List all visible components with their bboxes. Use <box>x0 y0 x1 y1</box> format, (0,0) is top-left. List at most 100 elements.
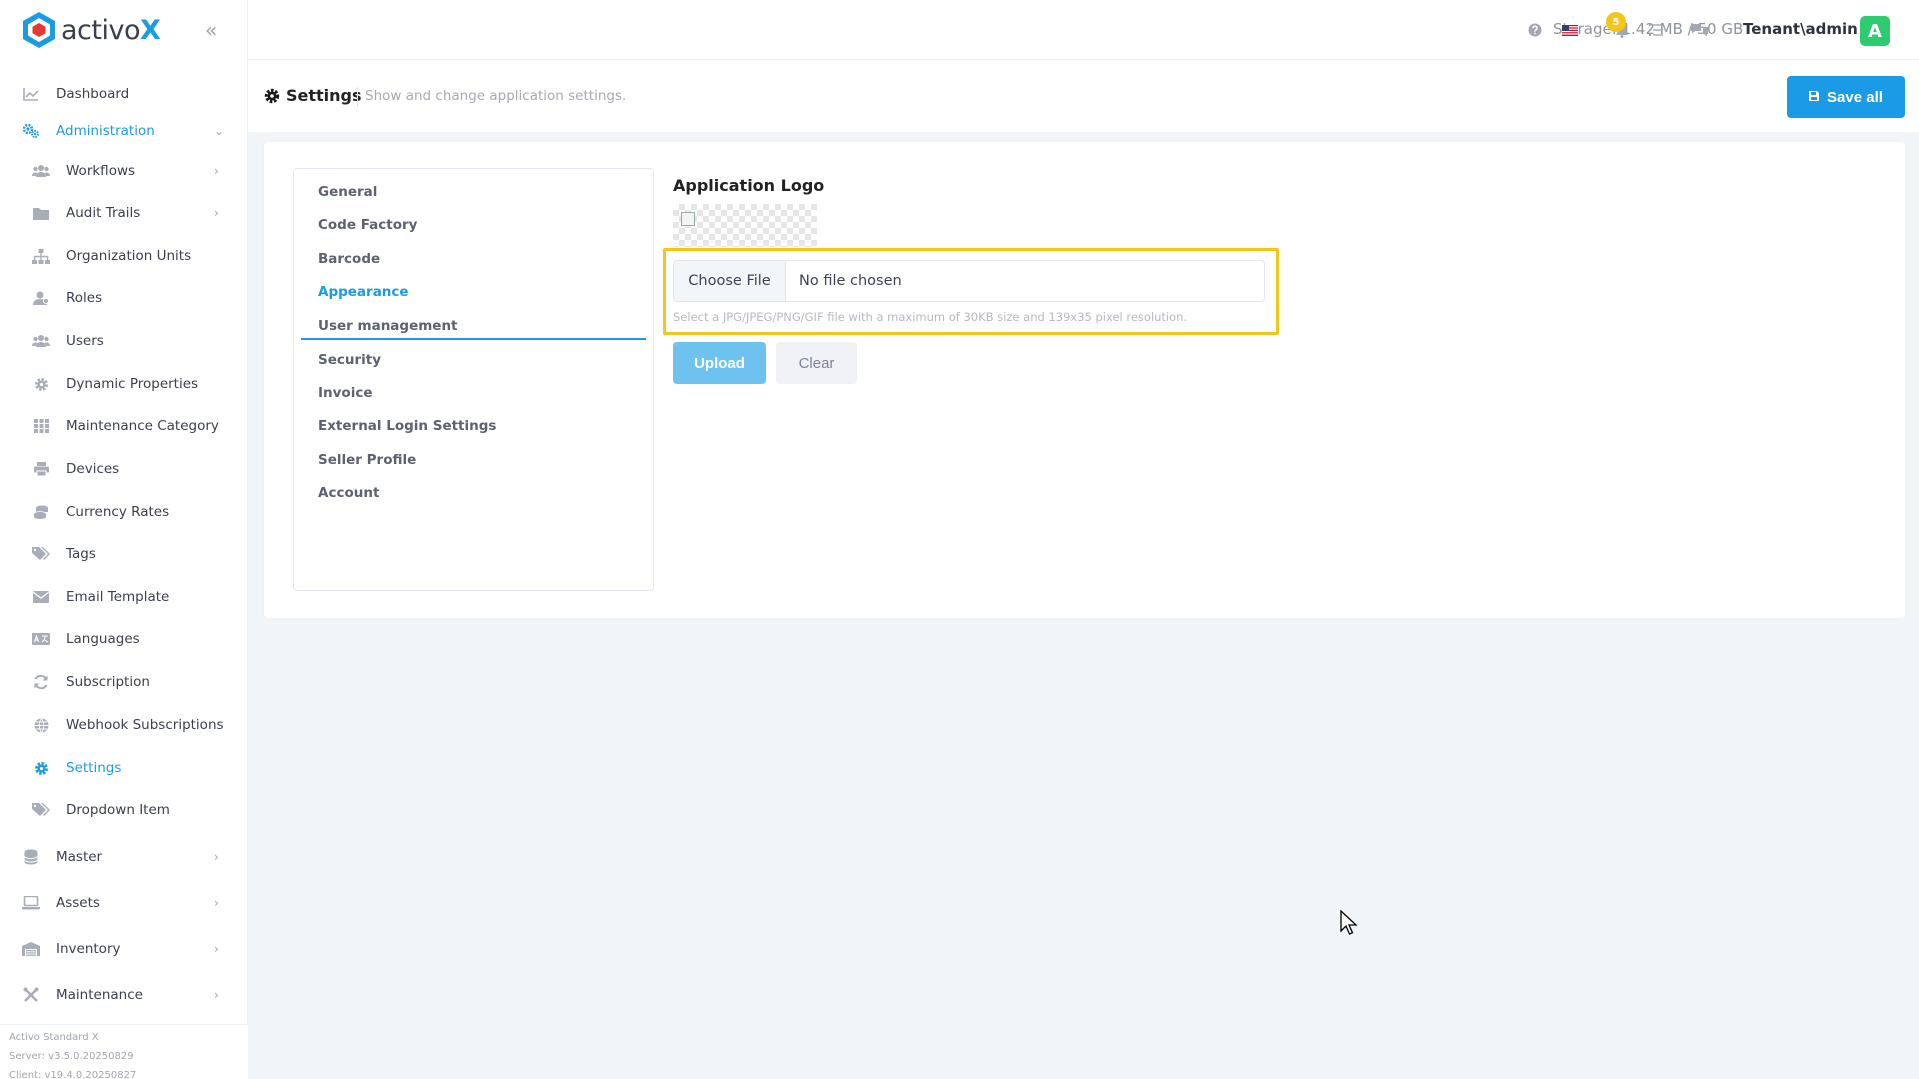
title-divider <box>357 87 358 107</box>
sidebar-item-maintenance-category[interactable]: Maintenance Category <box>0 411 248 441</box>
sidebar-item-subscription[interactable]: Subscription <box>0 667 248 697</box>
sidebar-item-roles[interactable]: Roles <box>0 283 248 313</box>
sidebar-item-label: Dynamic Properties <box>66 376 199 392</box>
sidebar-item-label: Webhook Subscriptions <box>66 717 224 733</box>
warehouse-icon <box>22 941 40 957</box>
chevron-down-icon: ⌄ <box>214 124 225 138</box>
file-status-text: No file chosen <box>799 273 902 289</box>
avatar[interactable]: A <box>1860 16 1890 46</box>
collapse-sidebar-icon[interactable]: « <box>205 20 217 40</box>
product-edition: Activo Standard X <box>9 1032 99 1043</box>
sidebar-item-label: Audit Trails <box>66 205 141 221</box>
sidebar-item-label: Maintenance Category <box>66 418 219 434</box>
sidebar-item-organization-units[interactable]: Organization Units <box>0 241 248 271</box>
sidebar-item-administration[interactable]: Administration ⌄ <box>0 116 248 146</box>
sidebar-item-label: Organization Units <box>66 248 192 264</box>
sidebar-item-dropdown-item[interactable]: Dropdown Item <box>0 795 248 825</box>
tab-seller-profile[interactable]: Seller Profile <box>318 452 416 468</box>
sidebar-item-label: Administration <box>56 123 155 139</box>
sidebar-item-label: Subscription <box>66 674 150 690</box>
tab-account[interactable]: Account <box>318 485 379 501</box>
refresh-icon <box>32 674 50 690</box>
sidebar-item-settings[interactable]: Settings <box>0 753 248 783</box>
file-requirements-help: Select a JPG/JPEG/PNG/GIF file with a ma… <box>673 310 1188 324</box>
sidebar-item-label: Tags <box>66 546 96 562</box>
tab-code-factory[interactable]: Code Factory <box>318 217 417 233</box>
tab-invoice[interactable]: Invoice <box>318 385 373 401</box>
settings-card: General Code Factory Barcode Appearance … <box>264 142 1905 618</box>
broken-image-icon <box>681 212 695 226</box>
tab-security[interactable]: Security <box>318 352 381 368</box>
active-tab-indicator <box>301 338 646 340</box>
database-icon <box>22 849 40 865</box>
chevron-right-icon: › <box>214 164 219 178</box>
sidebar-item-label: Users <box>66 333 104 349</box>
chevron-right-icon: › <box>214 206 219 220</box>
tab-appearance[interactable]: Appearance <box>318 284 409 300</box>
chevron-right-icon: › <box>214 896 219 910</box>
application-logo-section: Application Logo <box>673 176 824 247</box>
server-version: Server: v3.5.0.20250829 <box>9 1051 134 1062</box>
logo-preview <box>673 204 817 247</box>
page-description: Show and change application settings. <box>365 88 627 104</box>
sidebar-item-label: Workflows <box>66 163 136 179</box>
sidebar-item-users[interactable]: Users <box>0 326 248 356</box>
tab-barcode[interactable]: Barcode <box>318 251 380 267</box>
us-flag-icon[interactable] <box>1560 20 1580 40</box>
current-user-name[interactable]: Tenant\admin <box>1743 20 1858 38</box>
sidebar-item-inventory[interactable]: Inventory › <box>0 934 248 964</box>
sidebar-item-dynamic-properties[interactable]: Dynamic Properties <box>0 369 248 399</box>
clear-button[interactable]: Clear <box>776 342 857 384</box>
sidebar-item-label: Settings <box>66 760 122 776</box>
choose-file-button[interactable]: Choose File <box>674 261 786 301</box>
sidebar-item-assets[interactable]: Assets › <box>0 888 248 918</box>
sidebar-item-webhook-subscriptions[interactable]: Webhook Subscriptions <box>0 710 248 740</box>
mouse-cursor-icon <box>1340 910 1358 935</box>
tab-user-management[interactable]: User management <box>318 318 458 334</box>
tab-external-login-settings[interactable]: External Login Settings <box>318 418 496 434</box>
chevron-right-icon: › <box>214 942 219 956</box>
settings-tabs: General Code Factory Barcode Appearance … <box>293 168 654 591</box>
sidebar-item-label: Master <box>56 849 103 865</box>
users-icon <box>32 163 50 179</box>
sidebar-item-audit-trails[interactable]: Audit Trails › <box>0 198 248 228</box>
sitemap-icon <box>32 248 50 264</box>
activo-logo-icon <box>23 12 55 48</box>
sidebar-item-label: Devices <box>66 461 120 477</box>
sidebar-item-workflows[interactable]: Workflows › <box>0 156 248 186</box>
page-title: Settings <box>286 86 362 105</box>
version-info: Activo Standard X Server: v3.5.0.2025082… <box>0 1024 248 1079</box>
notification-count-badge: 5 <box>1606 12 1626 32</box>
save-all-label: Save all <box>1827 88 1883 106</box>
save-all-button[interactable]: Save all <box>1787 76 1905 118</box>
brand-logo[interactable]: activoX « <box>0 0 247 60</box>
sidebar-item-label: Currency Rates <box>66 504 170 520</box>
brand-name: activoX <box>61 14 161 46</box>
task-list-icon[interactable] <box>1646 20 1666 40</box>
logo-file-input[interactable]: Choose File No file chosen <box>673 260 1265 302</box>
users-icon <box>32 333 50 349</box>
help-icon[interactable] <box>1525 20 1545 40</box>
sidebar-item-master[interactable]: Master › <box>0 842 248 872</box>
grid-icon <box>32 418 50 434</box>
sidebar-item-maintenance[interactable]: Maintenance › <box>0 980 248 1010</box>
user-role-icon <box>32 290 50 306</box>
sidebar-item-label: Assets <box>56 895 100 911</box>
coins-icon <box>32 504 50 520</box>
chevron-right-icon: › <box>214 850 219 864</box>
sidebar-item-label: Dashboard <box>56 86 130 102</box>
sidebar-item-currency-rates[interactable]: Currency Rates <box>0 497 248 527</box>
envelope-icon <box>32 589 50 605</box>
tools-icon <box>22 987 40 1003</box>
upload-button[interactable]: Upload <box>673 342 766 384</box>
chat-icon[interactable] <box>1689 20 1709 40</box>
sidebar: activoX « Dashboard Administration ⌄ Wor… <box>0 0 248 1079</box>
gear-icon <box>32 760 50 776</box>
sidebar-item-languages[interactable]: Languages <box>0 624 248 654</box>
floppy-disk-icon <box>1809 90 1820 104</box>
sidebar-item-dashboard[interactable]: Dashboard <box>0 79 248 109</box>
sidebar-item-devices[interactable]: Devices <box>0 454 248 484</box>
sidebar-item-tags[interactable]: Tags <box>0 539 248 569</box>
sidebar-item-email-template[interactable]: Email Template <box>0 582 248 612</box>
tab-general[interactable]: General <box>318 184 377 200</box>
